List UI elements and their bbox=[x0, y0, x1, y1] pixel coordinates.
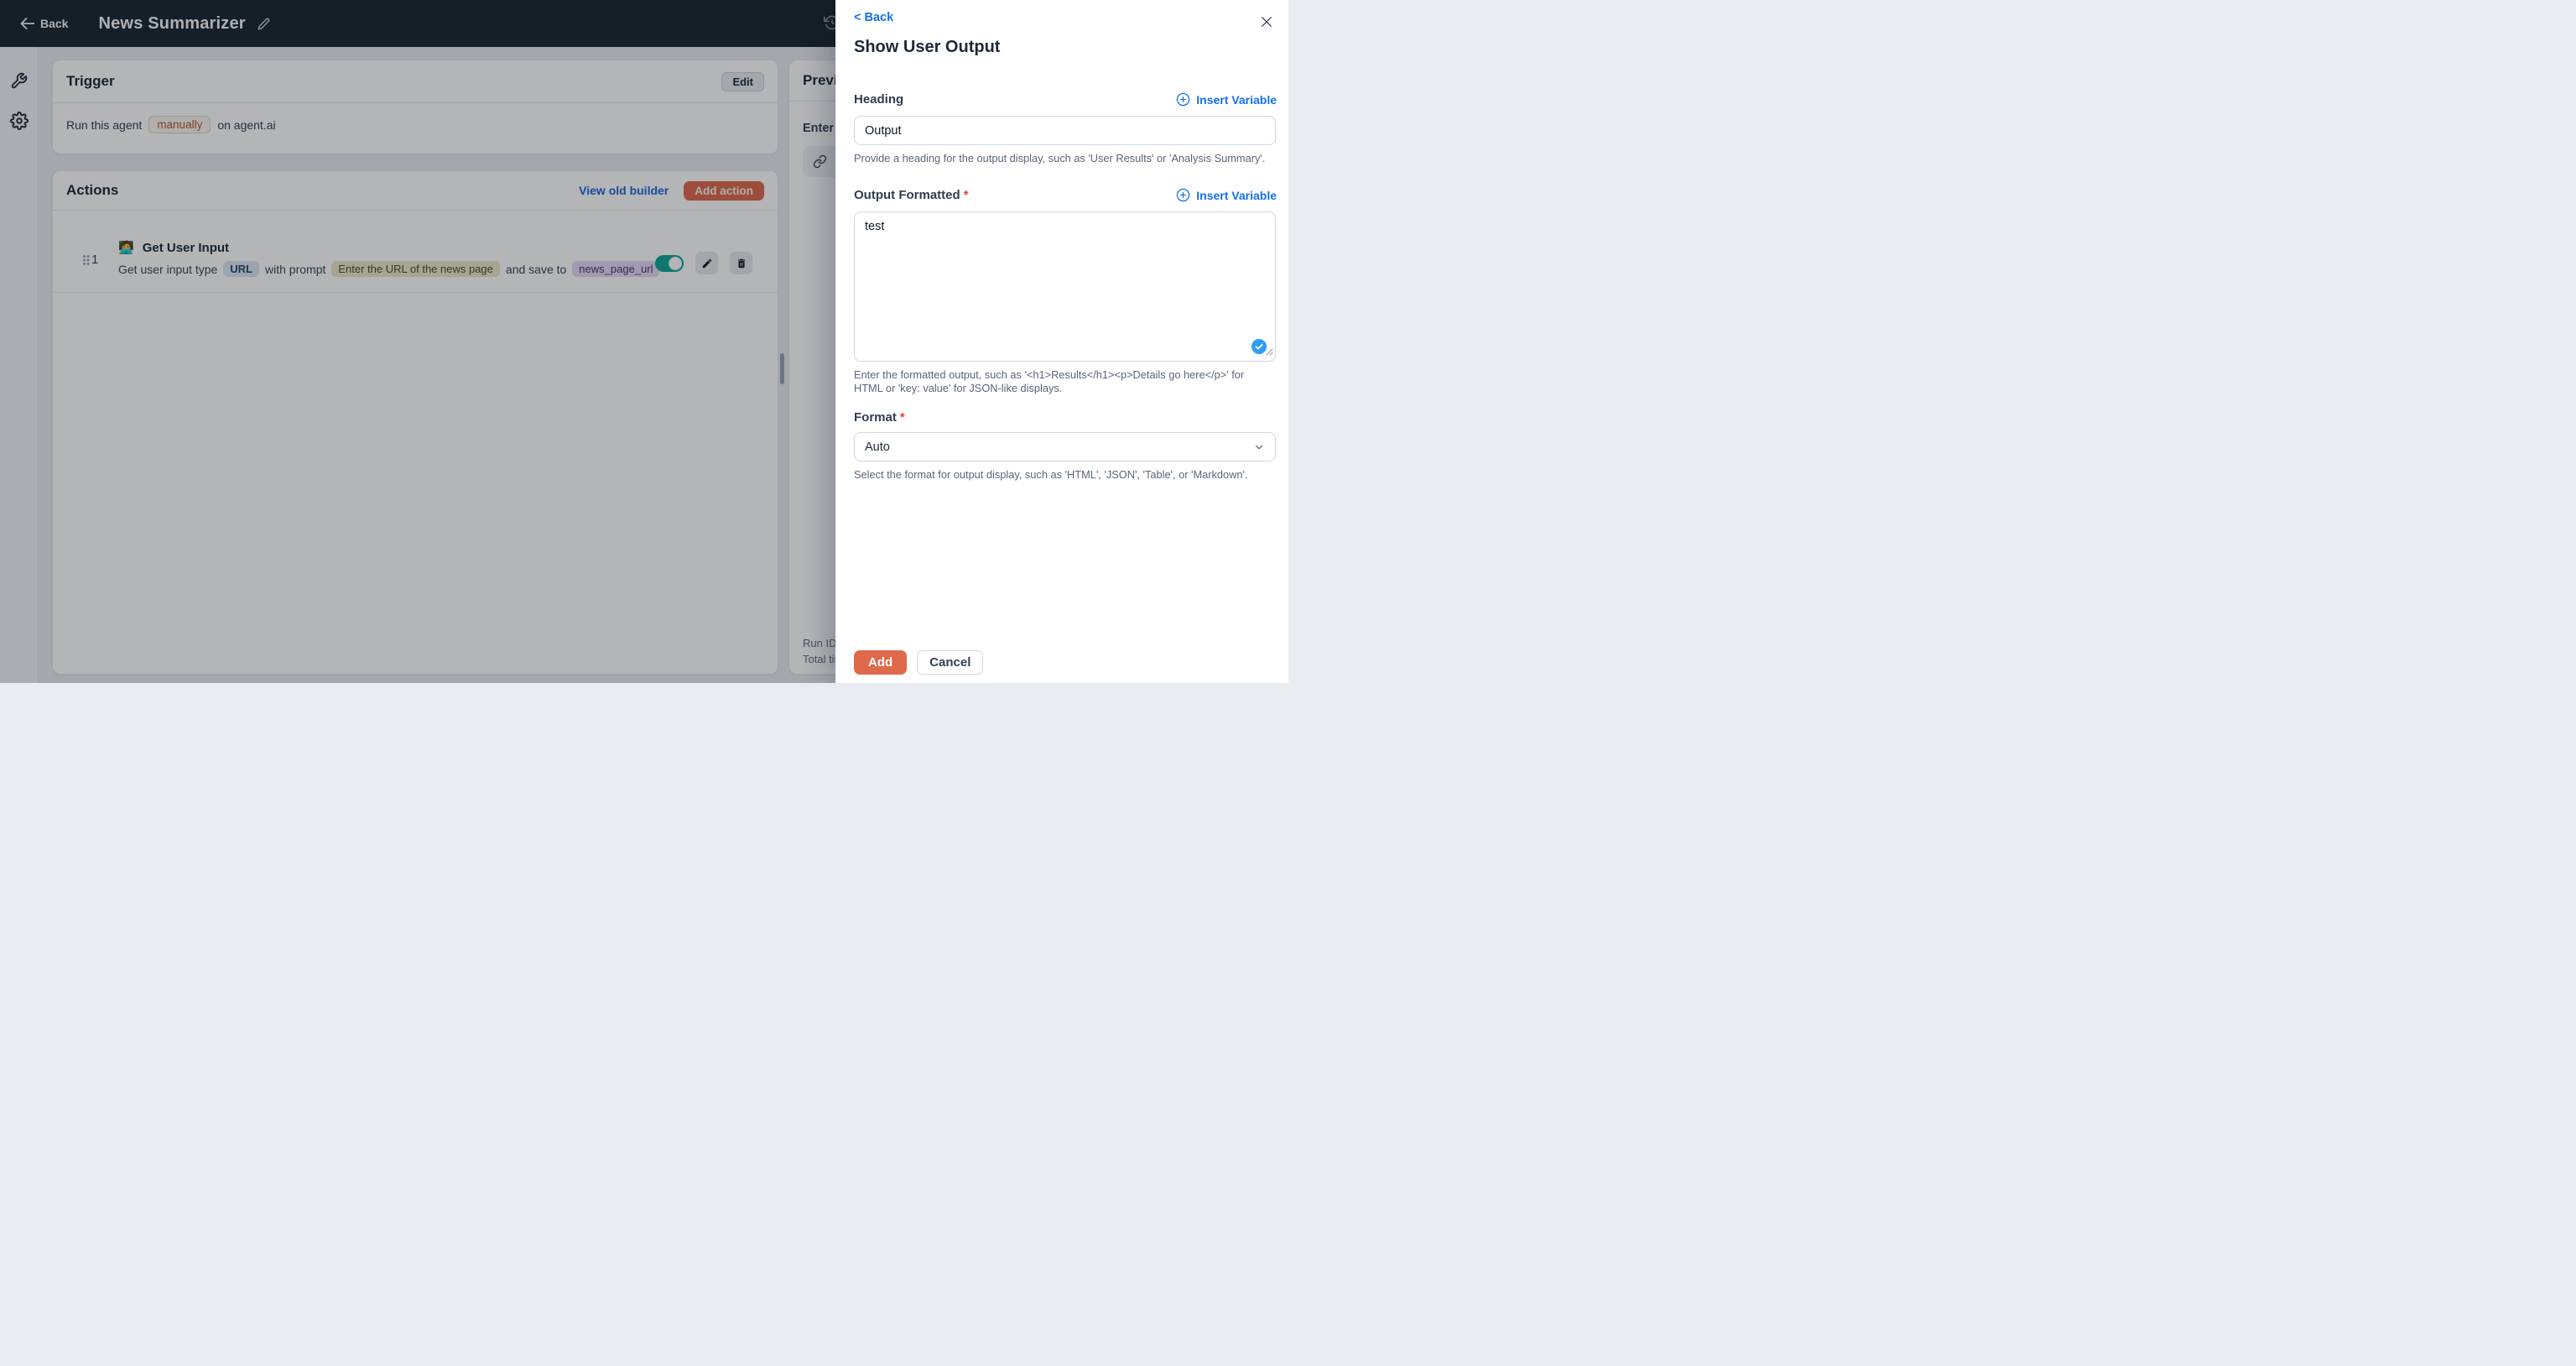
format-help-text: Select the format for output display, su… bbox=[854, 468, 1248, 481]
insert-variable-label: Insert Variable bbox=[1196, 92, 1277, 107]
circle-plus-icon bbox=[1177, 188, 1190, 202]
format-label-text: Format bbox=[854, 410, 897, 425]
heading-help-text: Provide a heading for the output display… bbox=[854, 152, 1266, 164]
add-button[interactable]: Add bbox=[854, 650, 908, 675]
resize-handle-icon[interactable] bbox=[1266, 345, 1273, 360]
output-formatted-help-text: Enter the formatted output, such as '<h1… bbox=[854, 368, 1245, 394]
drawer-title: Show User Output bbox=[854, 38, 1001, 56]
output-formatted-label: Output Formatted * bbox=[854, 188, 969, 202]
circle-plus-icon bbox=[1177, 92, 1190, 107]
output-formatted-textarea[interactable]: test bbox=[854, 211, 1276, 362]
required-asterisk: * bbox=[899, 410, 905, 425]
close-icon[interactable] bbox=[1259, 14, 1274, 29]
show-user-output-drawer: < Back Show User Output Heading Insert V… bbox=[835, 0, 1288, 683]
insert-variable-button-heading[interactable]: Insert Variable bbox=[1176, 92, 1277, 107]
format-select-value: Auto bbox=[865, 440, 890, 454]
drawer-back-link[interactable]: < Back bbox=[854, 11, 893, 24]
heading-label: Heading bbox=[854, 92, 904, 107]
cancel-button[interactable]: Cancel bbox=[917, 650, 984, 675]
required-asterisk: * bbox=[963, 188, 969, 202]
heading-input[interactable] bbox=[854, 116, 1276, 145]
format-select[interactable]: Auto bbox=[854, 432, 1276, 461]
agent-builder-app: Back News Summarizer Trigger Edit Run th… bbox=[0, 0, 1288, 683]
output-formatted-label-text: Output Formatted bbox=[854, 188, 960, 202]
insert-variable-label: Insert Variable bbox=[1196, 188, 1277, 202]
insert-variable-button-output[interactable]: Insert Variable bbox=[1176, 188, 1277, 202]
check-badge-icon bbox=[1252, 339, 1267, 354]
chevron-down-icon bbox=[1253, 441, 1265, 453]
format-label: Format * bbox=[854, 410, 905, 425]
